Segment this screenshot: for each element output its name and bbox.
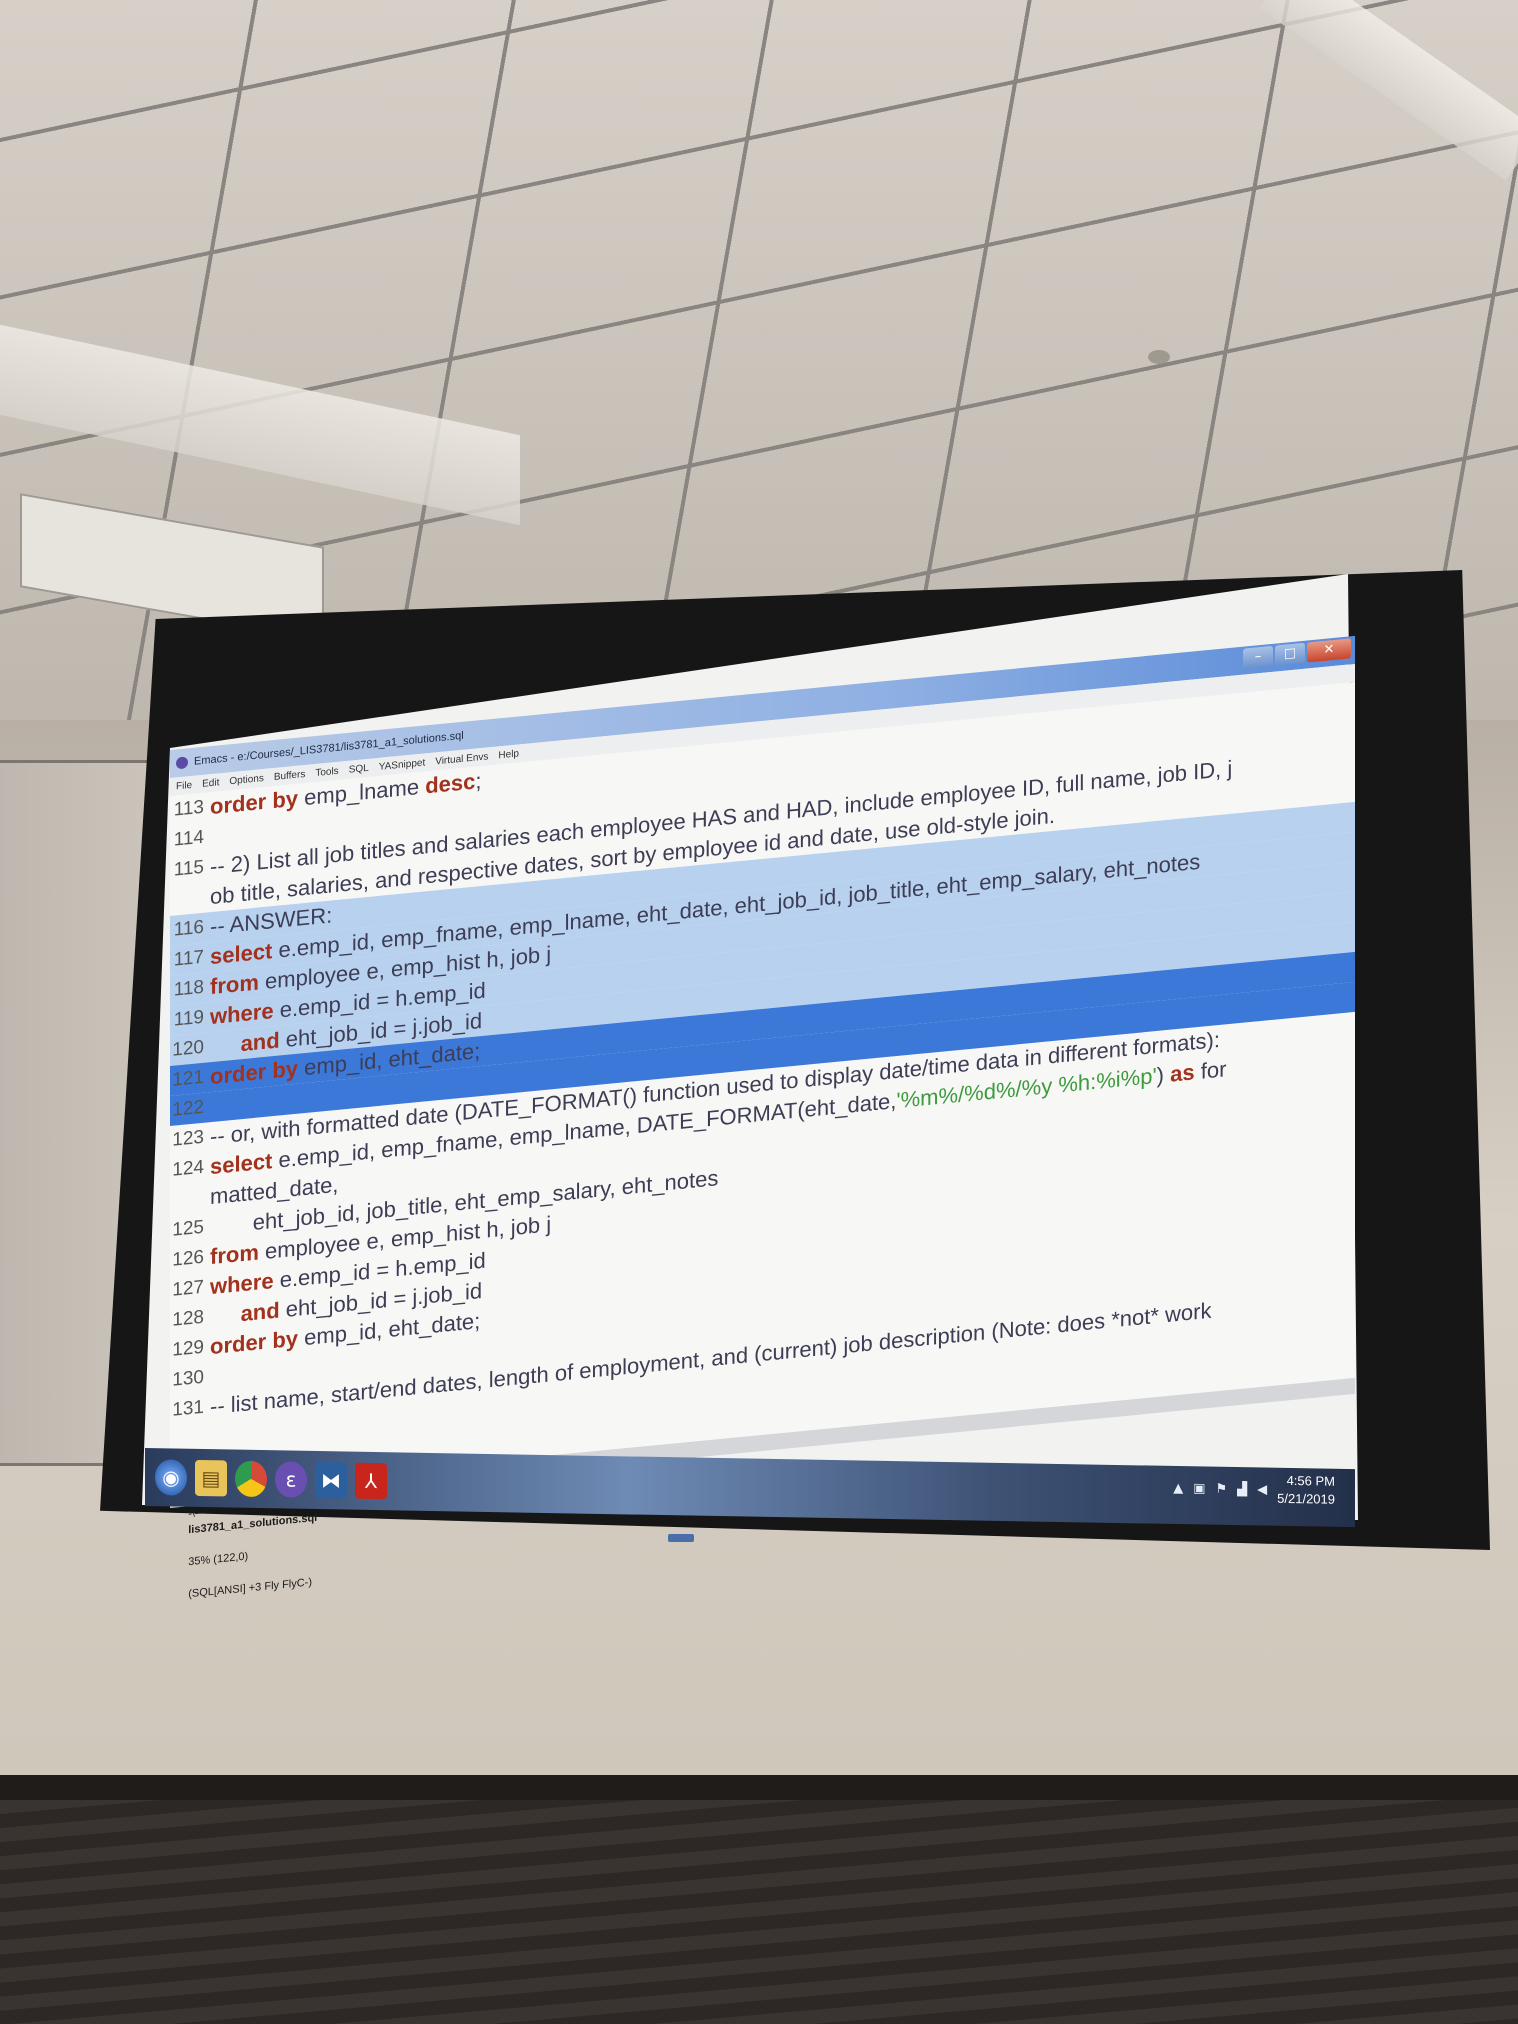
tray-arrow-icon[interactable]: ▲ bbox=[1173, 1480, 1183, 1495]
sql-keyword: from bbox=[210, 1239, 259, 1270]
clock[interactable]: 4:56 PM 5/21/2019 bbox=[1277, 1472, 1335, 1509]
line-number: 116 bbox=[173, 916, 204, 941]
line-number: 124 bbox=[172, 1156, 204, 1181]
sql-keyword: select bbox=[210, 1148, 273, 1180]
sql-keyword: as bbox=[1170, 1059, 1195, 1087]
menu-item-edit[interactable]: Edit bbox=[202, 777, 219, 790]
sql-keyword: where bbox=[210, 998, 274, 1030]
line-number: 127 bbox=[172, 1276, 204, 1301]
code-token: for bbox=[1194, 1056, 1227, 1085]
modeline-prefix: -\--- bbox=[188, 1506, 206, 1521]
taskbar-icons: ◉ ▤ ε ⧓ ⅄ bbox=[155, 1459, 387, 1500]
code-token: ; bbox=[475, 768, 482, 794]
tray-device-icon[interactable]: ▣ bbox=[1193, 1481, 1205, 1496]
menu-item-virtual-envs[interactable]: Virtual Envs bbox=[435, 751, 488, 767]
sql-keyword: and bbox=[240, 1027, 280, 1057]
line-number: 119 bbox=[173, 1006, 204, 1031]
line-number: 121 bbox=[172, 1066, 204, 1091]
sql-keyword: from bbox=[210, 969, 259, 1000]
line-number: 128 bbox=[172, 1306, 204, 1331]
explorer-icon[interactable]: ▤ bbox=[195, 1459, 227, 1497]
line-number: 118 bbox=[173, 976, 204, 1001]
menu-item-yasnippet[interactable]: YASnippet bbox=[379, 757, 426, 772]
emacs-icon bbox=[176, 756, 188, 770]
sql-keyword: desc bbox=[425, 768, 476, 799]
floor bbox=[0, 1800, 1518, 2024]
line-number: 114 bbox=[173, 826, 204, 851]
emacs-icon[interactable]: ε bbox=[275, 1461, 307, 1498]
start-icon[interactable]: ◉ bbox=[155, 1459, 187, 1496]
sql-keyword: and bbox=[240, 1297, 280, 1327]
emacs-window: Emacs - e:/Courses/_LIS3781/lis3781_a1_s… bbox=[170, 486, 1355, 1600]
menu-item-help[interactable]: Help bbox=[498, 748, 519, 761]
line-number: 120 bbox=[172, 1036, 204, 1061]
chrome-icon[interactable] bbox=[235, 1460, 267, 1498]
minimize-button[interactable]: – bbox=[1243, 645, 1273, 669]
sql-keyword: where bbox=[210, 1268, 274, 1300]
code-editor[interactable]: 113 order by emp_lname desc; 114 115 -- 2) L… bbox=[170, 681, 1355, 1492]
line-number: 122 bbox=[172, 1096, 204, 1121]
line-number bbox=[170, 882, 210, 916]
clock-time: 4:56 PM bbox=[1286, 1472, 1335, 1489]
maximize-button[interactable]: □ bbox=[1275, 642, 1305, 666]
menu-item-options[interactable]: Options bbox=[229, 772, 263, 786]
menu-item-file[interactable]: File bbox=[176, 779, 192, 792]
sql-keyword: select bbox=[210, 938, 273, 970]
tray-volume-icon[interactable]: ◀ bbox=[1257, 1482, 1267, 1497]
sprinkler bbox=[1148, 350, 1170, 364]
line-number: 113 bbox=[173, 796, 204, 821]
system-tray: ▲ ▣ ⚑ ▟ ◀ 4:56 PM 5/21/2019 bbox=[1173, 1470, 1335, 1509]
line-number: 125 bbox=[172, 1216, 204, 1241]
line-number: 129 bbox=[172, 1336, 204, 1361]
menu-item-buffers[interactable]: Buffers bbox=[274, 768, 306, 782]
code-token: ) bbox=[1156, 1061, 1171, 1088]
line-number: 126 bbox=[172, 1246, 204, 1271]
tray-network-icon[interactable]: ▟ bbox=[1237, 1482, 1247, 1497]
pdf-icon[interactable]: ⅄ bbox=[355, 1462, 387, 1500]
screen-logo bbox=[668, 1534, 694, 1542]
window-controls: – □ ✕ bbox=[1243, 638, 1351, 669]
clock-date: 5/21/2019 bbox=[1277, 1490, 1335, 1507]
line-number: 130 bbox=[172, 1366, 204, 1391]
line-number: 117 bbox=[173, 946, 204, 971]
tray-flag-icon[interactable]: ⚑ bbox=[1216, 1481, 1228, 1496]
menu-item-sql[interactable]: SQL bbox=[349, 762, 369, 775]
sql-icon[interactable]: ⧓ bbox=[315, 1461, 347, 1499]
line-number: 131 bbox=[172, 1396, 204, 1421]
menu-item-tools[interactable]: Tools bbox=[315, 765, 338, 778]
line-number bbox=[170, 1182, 210, 1216]
line-number: 123 bbox=[172, 1126, 204, 1151]
close-button[interactable]: ✕ bbox=[1307, 638, 1351, 663]
line-number: 115 bbox=[173, 856, 204, 881]
